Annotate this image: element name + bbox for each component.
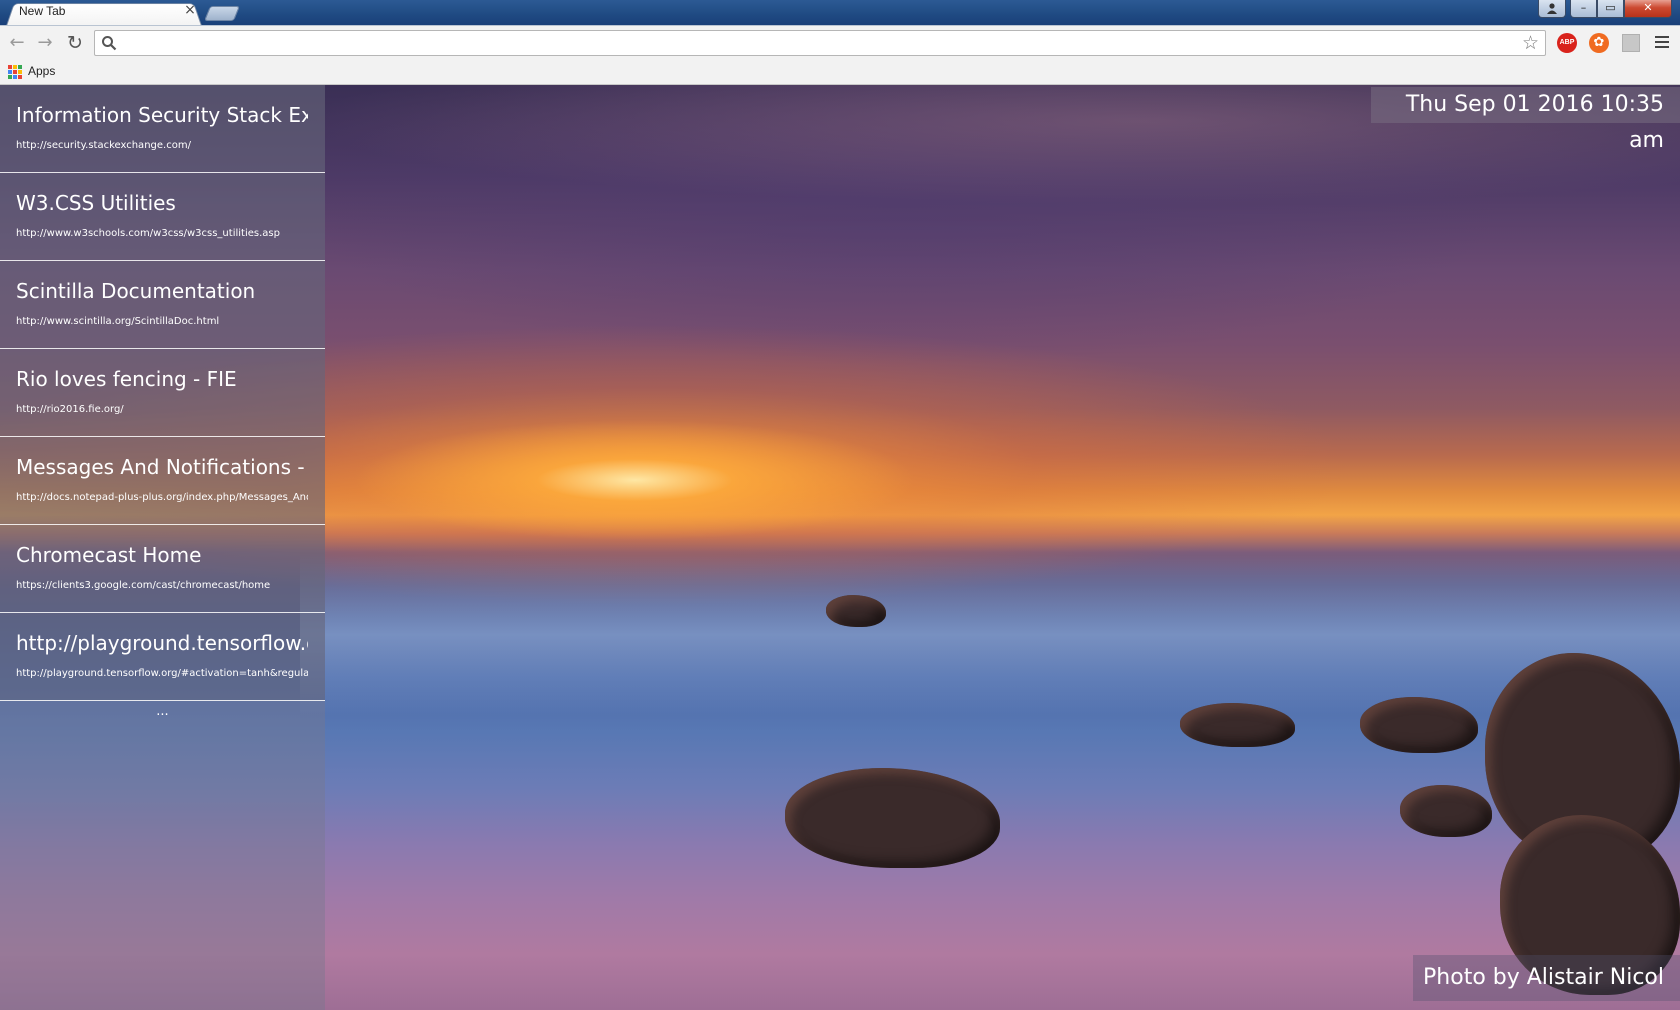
site-url[interactable]: http://playground.tensorflow.org/#activa… [16, 668, 308, 682]
site-card[interactable]: Chromecast Home https://clients3.google.c… [0, 525, 325, 613]
site-url[interactable]: https://clients3.google.com/cast/chromec… [16, 580, 308, 594]
tab-close-icon[interactable]: × [183, 2, 197, 18]
bookmarks-bar: Apps [0, 59, 1680, 85]
apps-dot [8, 65, 12, 69]
most-visited-sidebar: Information Security Stack Exchange http:… [0, 85, 325, 1010]
reload-button[interactable]: ↻ [64, 32, 86, 54]
rock-image [1180, 703, 1295, 747]
profile-icon[interactable] [1538, 0, 1566, 18]
apps-dot [13, 65, 17, 69]
back-button[interactable]: ← [6, 32, 28, 54]
new-tab-page: Information Security Stack Exchange http:… [0, 85, 1680, 1010]
apps-bookmark[interactable]: Apps [28, 64, 55, 78]
site-card[interactable]: Information Security Stack Exchange http:… [0, 85, 325, 173]
address-input[interactable] [123, 33, 1503, 53]
extension-icon[interactable] [1622, 34, 1640, 52]
photo-credit: Photo by Alistair Nicol [1413, 955, 1680, 1001]
site-url[interactable]: http://security.stackexchange.com/ [16, 140, 308, 154]
window-controls: – ▭ ✕ [1538, 0, 1672, 18]
minimize-button[interactable]: – [1570, 0, 1597, 18]
site-card[interactable]: Scintilla Documentation http://www.scinti… [0, 261, 325, 349]
apps-grid-icon[interactable] [8, 65, 22, 79]
title-bar: New Tab × – ▭ ✕ [0, 0, 1680, 26]
site-list: Information Security Stack Exchange http:… [0, 85, 325, 701]
adblock-extension-icon[interactable]: ABP [1557, 33, 1577, 53]
menu-icon[interactable] [1655, 36, 1669, 48]
search-icon [102, 36, 117, 51]
site-card[interactable]: http://playground.tensorflow.org/http://… [0, 613, 325, 701]
site-card[interactable]: Messages And Notifications - Notepad++ W… [0, 437, 325, 525]
site-url[interactable]: http://docs.notepad-plus-plus.org/index.… [16, 492, 308, 506]
apps-dot [18, 75, 22, 79]
apps-dot [18, 70, 22, 74]
background-waves [300, 555, 1680, 715]
new-tab-button[interactable] [203, 6, 241, 21]
site-title[interactable]: http://playground.tensorflow.org/ [16, 631, 308, 657]
rock-image [1400, 785, 1492, 837]
tab-title: New Tab [19, 4, 66, 18]
forward-button[interactable]: → [34, 32, 56, 54]
site-card[interactable]: W3.CSS Utilities http://www.w3schools.com… [0, 173, 325, 261]
apps-dot [18, 65, 22, 69]
clock-display: Thu Sep 01 2016 10:35 am [1371, 87, 1680, 153]
site-title[interactable]: Chromecast Home [16, 543, 308, 569]
rock-image [826, 595, 886, 627]
site-title[interactable]: Rio loves fencing - FIE [16, 367, 308, 393]
site-url[interactable]: http://rio2016.fie.org/ [16, 404, 308, 418]
toolbar: ← → ↻ ☆ ABP ✿ [0, 25, 1680, 59]
more-sites-button[interactable]: ... [0, 705, 325, 719]
site-url[interactable]: http://www.w3schools.com/w3css/w3css_uti… [16, 228, 308, 242]
site-title[interactable]: Messages And Notifications - Notepad++ W… [16, 455, 308, 481]
site-card[interactable]: Rio loves fencing - FIE http://rio2016.fi… [0, 349, 325, 437]
site-title[interactable]: Scintilla Documentation [16, 279, 308, 305]
apps-dot [8, 70, 12, 74]
maximize-button[interactable]: ▭ [1597, 0, 1624, 18]
apps-dot [8, 75, 12, 79]
apps-dot [13, 70, 17, 74]
bookmark-star-icon[interactable]: ☆ [1522, 33, 1539, 53]
omnibox[interactable]: ☆ [94, 30, 1546, 56]
site-url[interactable]: http://www.scintilla.org/ScintillaDoc.ht… [16, 316, 308, 330]
site-title[interactable]: Information Security Stack Exchange [16, 103, 308, 129]
rock-image [785, 768, 1000, 868]
close-window-button[interactable]: ✕ [1624, 0, 1672, 18]
orange-extension-icon[interactable]: ✿ [1589, 33, 1609, 53]
site-title[interactable]: W3.CSS Utilities [16, 191, 308, 217]
apps-dot [13, 75, 17, 79]
